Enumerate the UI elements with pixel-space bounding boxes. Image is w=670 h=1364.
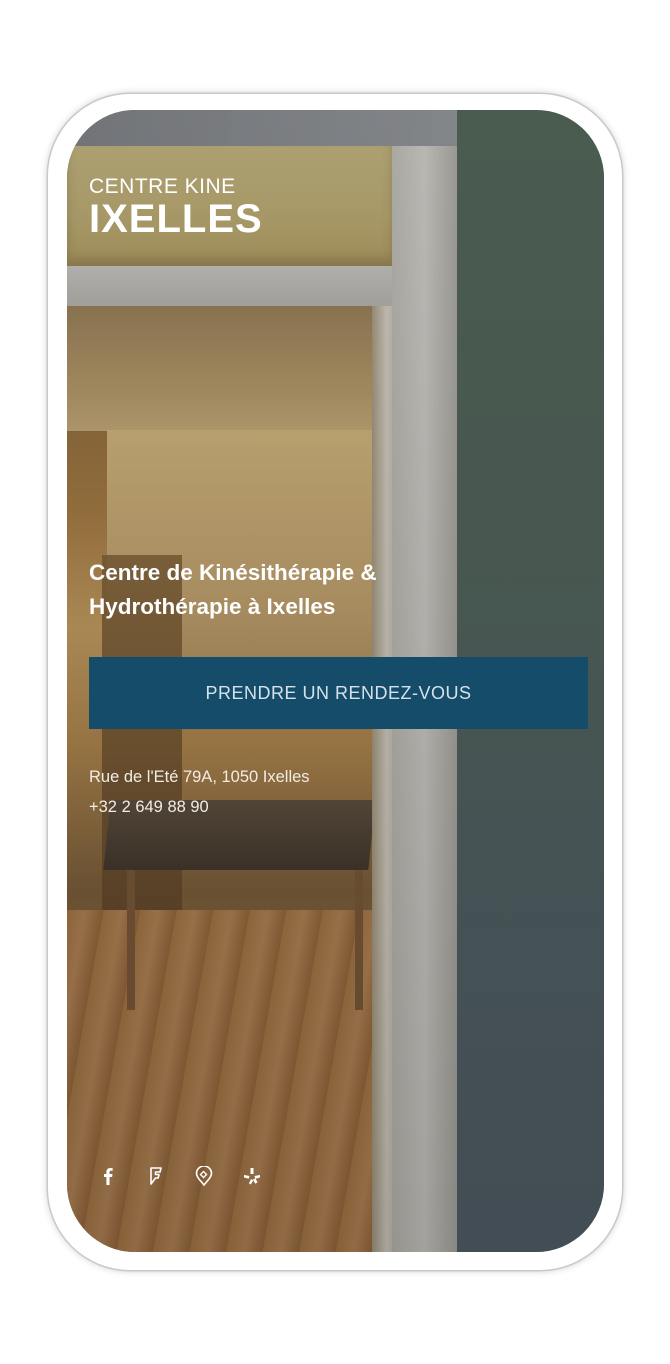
foursquare-icon[interactable] xyxy=(145,1165,167,1187)
book-appointment-button[interactable]: PRENDRE UN RENDEZ-VOUS xyxy=(89,657,588,729)
hero-headline-line1: Centre de Kinésithérapie & xyxy=(89,560,377,585)
facebook-icon[interactable] xyxy=(97,1165,119,1187)
brand-logo[interactable]: CENTRE KINE IXELLES xyxy=(89,176,263,239)
phone-link[interactable]: +32 2 649 88 90 xyxy=(89,792,310,822)
yelp-icon[interactable] xyxy=(241,1165,263,1187)
phone-screen: CENTRE KINE IXELLES Centre de Kinésithér… xyxy=(67,110,604,1252)
hero-headline: Centre de Kinésithérapie & Hydrothérapie… xyxy=(89,556,529,624)
hero-headline-line2: Hydrothérapie à Ixelles xyxy=(89,594,336,619)
address-text: Rue de l'Eté 79A, 1050 Ixelles xyxy=(89,768,310,786)
contact-info: Rue de l'Eté 79A, 1050 Ixelles +32 2 649… xyxy=(89,762,310,822)
tripadvisor-icon[interactable] xyxy=(193,1165,215,1187)
brand-logo-line2: IXELLES xyxy=(89,197,263,241)
brand-logo-line1: CENTRE KINE xyxy=(89,175,236,198)
social-links xyxy=(97,1162,263,1190)
